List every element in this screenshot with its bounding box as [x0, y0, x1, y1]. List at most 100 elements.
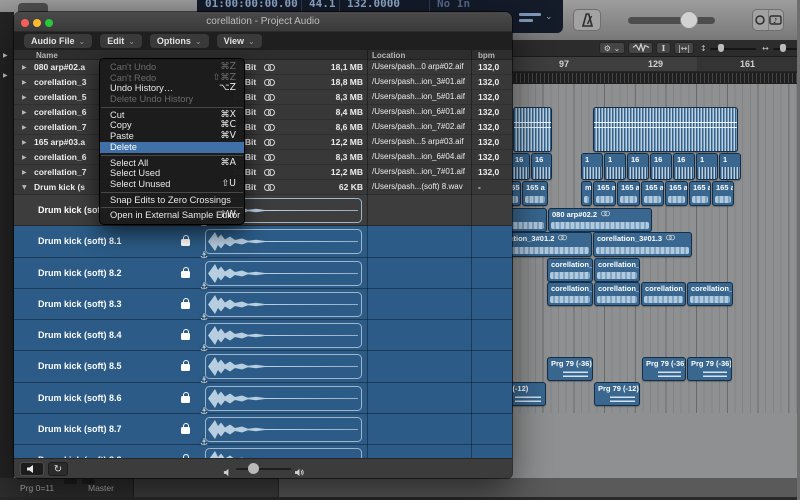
- drum-region-row[interactable]: Drum kick (soft) 8.1 ⚓: [14, 226, 512, 261]
- waveform-thumbnail[interactable]: [205, 229, 362, 255]
- master-volume-track[interactable]: [628, 17, 715, 24]
- arrange-region[interactable]: 165 a: [665, 181, 688, 206]
- prelisten-volume-knob[interactable]: [248, 463, 259, 474]
- waveform-thumbnail[interactable]: [205, 323, 362, 349]
- prelisten-button[interactable]: [20, 462, 44, 476]
- table-header[interactable]: Name Location bpm: [14, 50, 512, 60]
- menu-item-select-all[interactable]: Select All ⌘A: [100, 157, 244, 169]
- waveform-thumbnail[interactable]: [205, 291, 362, 317]
- arrange-region[interactable]: 16: [673, 153, 695, 180]
- arrange-region[interactable]: 16: [531, 153, 552, 180]
- drum-region-row[interactable]: Drum kick (soft) 8.8⚓: [14, 445, 512, 458]
- arrange-region[interactable]: 1: [696, 153, 718, 180]
- arrange-region[interactable]: 16: [627, 153, 649, 180]
- waveform-thumbnail[interactable]: [205, 354, 362, 380]
- arrange-region[interactable]: [513, 107, 552, 152]
- vertical-fit-button[interactable]: I: [656, 42, 671, 54]
- waveform-thumbnail[interactable]: [205, 385, 362, 411]
- disclosure-closed-icon[interactable]: ▶: [22, 169, 27, 176]
- disclosure-closed-icon[interactable]: ▶: [22, 79, 27, 86]
- anchor-icon[interactable]: ⚓: [200, 407, 208, 417]
- lock-icon[interactable]: [181, 329, 190, 341]
- horizontal-zoom-knob[interactable]: [780, 44, 786, 52]
- arrange-region[interactable]: 1: [581, 153, 603, 180]
- arrange-region[interactable]: 165 a: [689, 181, 711, 206]
- waveform-thumbnail[interactable]: [205, 448, 362, 458]
- arrange-region[interactable]: corellation_3#01.3: [593, 232, 692, 257]
- arrange-region[interactable]: Prg 79 (-36): [547, 357, 593, 381]
- drum-region-row[interactable]: Drum kick (soft) 8.5 ⚓: [14, 351, 512, 386]
- arrange-region[interactable]: 1: [604, 153, 626, 180]
- anchor-icon[interactable]: ⚓: [200, 313, 208, 323]
- menu-button-options[interactable]: Options ⌄: [149, 34, 209, 48]
- menu-button-audio-file[interactable]: Audio File ⌄: [24, 34, 93, 48]
- vertical-zoom-knob[interactable]: [718, 44, 724, 52]
- arrange-region[interactable]: 165 a: [641, 181, 664, 206]
- arrange-region[interactable]: Prg 79 (-36): [687, 357, 732, 381]
- lock-icon[interactable]: [181, 391, 190, 403]
- drum-region-row[interactable]: Drum kick (soft) 8.7 ⚓: [14, 414, 512, 448]
- menu-item-paste[interactable]: Paste ⌘V: [100, 130, 244, 142]
- arrange-region[interactable]: 165 a: [522, 181, 548, 206]
- drum-region-row[interactable]: Drum kick (soft) 8⚓: [14, 195, 512, 229]
- horizontal-zoom-slider[interactable]: [773, 48, 799, 50]
- menu-item-select-unused[interactable]: Select Unused ⇧U: [100, 178, 244, 190]
- arrange-region[interactable]: Prg 79 (-12): [594, 382, 640, 406]
- tool-menu-button[interactable]: ⚙ ⌄: [599, 42, 625, 54]
- arrange-region[interactable]: corellation_5: [594, 258, 640, 282]
- table-row[interactable]: ▶corellation_624 Bit8,3 MB/Users/pash...…: [14, 150, 512, 165]
- anchor-icon[interactable]: ⚓: [200, 344, 208, 354]
- lock-icon[interactable]: [181, 360, 190, 372]
- menu-item-delete[interactable]: Delete: [100, 141, 244, 153]
- lock-icon[interactable]: [181, 235, 190, 247]
- menu-item-open-in-external-sample-editor[interactable]: Open in External Sample Editor ⇧W: [100, 210, 244, 221]
- column-header-bpm[interactable]: bpm: [478, 51, 495, 60]
- waveform-zoom-button[interactable]: [628, 41, 653, 54]
- disclosure-closed-icon[interactable]: ▶: [22, 139, 27, 146]
- arrange-region[interactable]: corellation_6: [547, 282, 593, 306]
- arrange-region[interactable]: 080 arp#02.2: [548, 208, 652, 232]
- lcd-mode-chevron-icon[interactable]: ⌄: [545, 12, 553, 22]
- drum-region-row[interactable]: Drum kick (soft) 8.6 ⚓: [14, 382, 512, 417]
- table-row[interactable]: ▶corellation_524 Bit8,3 MB/Users/pash...…: [14, 90, 512, 105]
- prelisten-volume-track[interactable]: [236, 468, 291, 470]
- arrange-region[interactable]: 1: [719, 153, 741, 180]
- arrange-region[interactable]: corellation_5: [547, 258, 593, 282]
- arrange-region[interactable]: 16: [512, 153, 530, 180]
- table-row[interactable]: ▶corellation_624 Bit8,4 MB/Users/pash...…: [14, 105, 512, 120]
- menu-item-snap-edits-to-zero-crossings[interactable]: Snap Edits to Zero Crossings: [100, 195, 244, 206]
- bar-ruler[interactable]: 97 129 161: [512, 57, 800, 72]
- arrange-region[interactable]: corellation_6: [594, 282, 640, 306]
- arrange-region[interactable]: corellation_6: [641, 282, 686, 306]
- menu-button-edit[interactable]: Edit ⌄: [100, 34, 142, 48]
- arrange-region[interactable]: [512, 208, 547, 232]
- menu-item-undo-history-[interactable]: Undo History… ⌥Z: [100, 83, 244, 94]
- drum-region-row[interactable]: Drum kick (soft) 8.3 ⚓: [14, 288, 512, 323]
- arrange-region[interactable]: 165 a: [617, 181, 640, 206]
- anchor-icon[interactable]: ⚓: [200, 438, 208, 448]
- disclosure-closed-icon[interactable]: ▶: [22, 94, 27, 101]
- drum-region-row[interactable]: Drum kick (soft) 8.4 ⚓: [14, 320, 512, 354]
- table-row[interactable]: ▶corellation_324 Bit18,8 MB/Users/pash..…: [14, 75, 512, 90]
- table-row[interactable]: ▶165 arp#03.a24 Bit12,2 MB/Users/pash...…: [14, 135, 512, 150]
- lock-icon[interactable]: [181, 297, 190, 309]
- waveform-thumbnail[interactable]: [205, 417, 362, 443]
- arrange-region[interactable]: 165 a: [593, 181, 616, 206]
- lock-icon[interactable]: [181, 423, 190, 435]
- waveform-thumbnail[interactable]: [205, 260, 362, 286]
- arrange-region[interactable]: 165 a: [712, 181, 734, 206]
- disclosure-closed-icon[interactable]: ▶: [22, 109, 27, 116]
- arrange-region[interactable]: 165 a: [512, 181, 521, 206]
- project-audio-window[interactable]: corellation - Project Audio Audio File ⌄ E…: [14, 12, 512, 478]
- menu-button-view[interactable]: View ⌄: [216, 34, 262, 48]
- arrange-region[interactable]: Prg 79 (-36): [642, 357, 686, 381]
- master-volume-knob[interactable]: [680, 11, 698, 29]
- disclosure-open-icon[interactable]: ▼: [22, 184, 27, 191]
- arrange-region[interactable]: corellation_6: [687, 282, 733, 306]
- anchor-icon[interactable]: ⚓: [200, 376, 208, 386]
- drum-region-row[interactable]: Drum kick (soft) 8.2 ⚓: [14, 257, 512, 292]
- media-browser-icon[interactable]: ♪: [769, 10, 784, 30]
- notes-icon[interactable]: [753, 10, 768, 30]
- disclosure-closed-icon[interactable]: ▶: [22, 154, 27, 161]
- column-header-location[interactable]: Location: [372, 51, 405, 60]
